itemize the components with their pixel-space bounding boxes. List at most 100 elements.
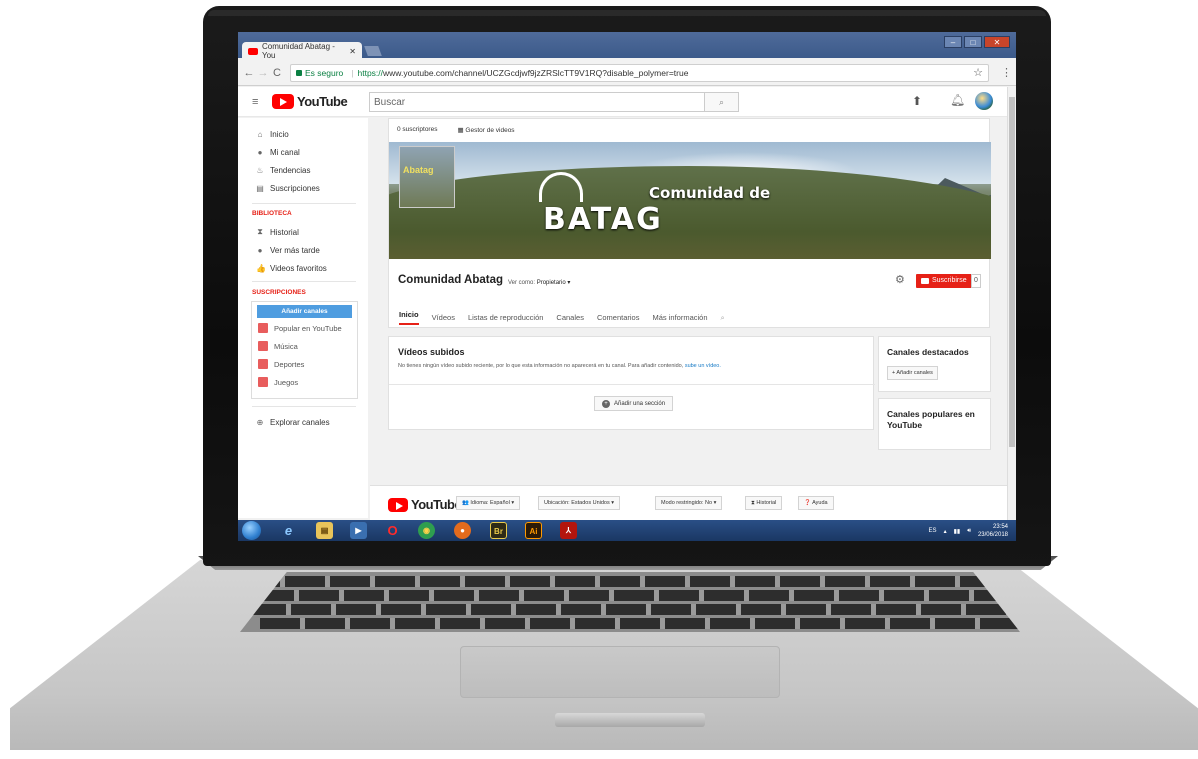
laptop-frame: Comunidad Abatag - You ✕ – □ ✕ ← → C Es …	[0, 0, 1198, 759]
tab-inicio[interactable]: Inicio	[399, 310, 419, 325]
trackpad	[460, 646, 780, 698]
account-icon: ●	[257, 147, 263, 157]
sub-item-juegos[interactable]: Juegos	[258, 377, 298, 387]
channel-banner: Abatag Comunidad de BATAG	[389, 142, 991, 259]
file-explorer-icon[interactable]: ▤	[316, 522, 333, 539]
keyboard	[240, 572, 1020, 632]
history-icon: ⧗	[257, 227, 263, 236]
uploads-title: Vídeos subidos	[398, 347, 465, 357]
youtube-masthead: ≡ YouTube Buscar ⌕ ⬆ 🔔︎	[238, 87, 1016, 117]
sub-item-musica[interactable]: Música	[258, 341, 298, 351]
maximize-button[interactable]: □	[964, 36, 982, 48]
lock-icon	[296, 69, 302, 76]
browser-toolbar: ← → C Es seguro | https:// www.youtube.c…	[238, 60, 1016, 86]
location-selector[interactable]: Ubicación: Estados Unidos ▾	[538, 496, 621, 510]
home-icon: ⌂	[257, 129, 263, 139]
channel-header-card: 0 suscriptores ▦ Gestor de videos Abatag…	[388, 118, 991, 328]
search-input[interactable]: Buscar	[369, 92, 705, 112]
new-tab-button[interactable]	[364, 46, 382, 56]
minimize-button[interactable]: –	[944, 36, 962, 48]
plus-circle-icon: ⊕	[256, 417, 264, 427]
youtube-play-icon	[272, 94, 294, 109]
sidebar-item-inicio[interactable]: ⌂ Inicio	[256, 127, 289, 141]
page-scrollbar[interactable]	[1007, 87, 1016, 520]
sidebar-item-tendencias[interactable]: ♨ Tendencias	[256, 163, 310, 177]
tab-close-icon[interactable]: ✕	[349, 47, 356, 56]
forward-button[interactable]: →	[256, 67, 270, 79]
footer-youtube-logo[interactable]: YouTube	[388, 497, 462, 512]
sidebar-item-videos-favoritos[interactable]: 👍 Videos favoritos	[256, 261, 327, 275]
bridge-icon[interactable]: Br	[490, 522, 507, 539]
restricted-mode-selector[interactable]: Modo restringido: No ▾	[655, 496, 723, 510]
youtube-logo[interactable]: YouTube	[272, 94, 348, 109]
media-player-icon[interactable]: ▶	[350, 522, 367, 539]
window-controls: – □ ✕	[944, 36, 1010, 48]
sidebar-item-explorar-canales[interactable]: ⊕ Explorar canales	[256, 415, 330, 429]
back-button[interactable]: ←	[242, 67, 256, 79]
add-section-button[interactable]: + Añadir una sección	[594, 396, 674, 411]
chrome-icon[interactable]: ◉	[418, 522, 435, 539]
plus-icon: +	[602, 399, 610, 408]
channel-avatar[interactable]: Abatag	[399, 146, 455, 208]
opera-icon[interactable]: O	[384, 522, 401, 539]
browser-titlebar: Comunidad Abatag - You ✕ – □ ✕	[238, 32, 1016, 60]
sidebar-item-ver-mas-tarde[interactable]: ● Ver más tarde	[256, 243, 320, 257]
thumbs-up-icon: 👍	[256, 263, 266, 273]
video-manager-link[interactable]: ▦ Gestor de videos	[457, 126, 514, 134]
sidebar-item-suscripciones[interactable]: ▤ Suscripciones	[256, 181, 320, 195]
help-button[interactable]: ❓ Ayuda	[798, 496, 834, 510]
windows-taskbar: e ▤ ▶ O ◉ ● Br Ai ⅄ ES ▴ ▮▮ 🔊︎ 23:54 23/…	[238, 520, 1016, 541]
subscriptions-box: Añadir canales Popular en YouTube Música…	[251, 301, 358, 399]
trending-icon: ♨	[256, 165, 264, 175]
tab-listas[interactable]: Listas de reproducción	[468, 313, 543, 322]
gear-icon[interactable]: ⚙	[895, 273, 905, 286]
bookmark-star-icon[interactable]: ☆	[973, 66, 983, 79]
uploads-description: No tienes ningún vídeo subido reciente, …	[398, 363, 721, 369]
upload-video-link[interactable]: sube un vídeo.	[685, 363, 721, 369]
sub-item-deportes[interactable]: Deportes	[258, 359, 304, 369]
close-window-button[interactable]: ✕	[984, 36, 1010, 48]
search-icon[interactable]: ⌕	[721, 313, 725, 323]
hamburger-menu-icon[interactable]: ≡	[252, 96, 258, 108]
subscribe-button[interactable]: Suscribirse	[916, 274, 972, 288]
subscriber-count: 0 suscriptores	[397, 126, 438, 133]
language-selector[interactable]: 👥 Idioma: Español ▾	[456, 496, 521, 510]
tab-videos[interactable]: Vídeos	[432, 313, 455, 322]
add-featured-channels-button[interactable]: + Añadir canales	[887, 366, 938, 380]
start-button[interactable]	[242, 521, 261, 540]
volume-icon[interactable]: 🔊︎	[967, 528, 971, 535]
ie-icon[interactable]: e	[280, 522, 297, 539]
firefox-icon[interactable]: ●	[454, 522, 471, 539]
featured-title: Canales destacados	[887, 347, 969, 357]
sidebar-item-historial[interactable]: ⧗ Historial	[256, 225, 299, 239]
history-button[interactable]: ⧗ Historial	[745, 496, 783, 510]
address-bar[interactable]: Es seguro | https:// www.youtube.com/cha…	[290, 63, 989, 82]
add-channels-button[interactable]: Añadir canales	[257, 305, 352, 318]
lid-notch	[555, 713, 705, 727]
url-scheme: https://	[357, 67, 384, 78]
browser-tab[interactable]: Comunidad Abatag - You ✕	[242, 42, 362, 60]
illustrator-icon[interactable]: Ai	[525, 522, 542, 539]
language-indicator[interactable]: ES	[929, 528, 937, 534]
browser-menu-icon[interactable]: ⋮	[1001, 66, 1012, 79]
sidebar-item-mi-canal[interactable]: ● Mi canal	[256, 145, 300, 159]
tab-mas-informacion[interactable]: Más información	[652, 313, 707, 322]
acrobat-icon[interactable]: ⅄	[560, 522, 577, 539]
notifications-bell-icon[interactable]: 🔔︎	[950, 93, 965, 107]
search-button[interactable]: ⌕	[705, 92, 739, 112]
sports-icon	[258, 359, 268, 369]
music-icon	[258, 341, 268, 351]
youtube-play-icon	[921, 278, 929, 284]
sub-item-popular[interactable]: Popular en YouTube	[258, 323, 342, 333]
avatar[interactable]	[975, 92, 993, 110]
view-as-selector[interactable]: Ver como: Propietario ▾	[508, 279, 570, 286]
network-icon[interactable]: ▮▮	[954, 528, 961, 535]
clock[interactable]: 23:54 23/06/2018	[978, 523, 1008, 539]
tray-arrow-icon[interactable]: ▴	[944, 528, 947, 535]
subscriptions-icon: ▤	[256, 183, 264, 193]
tab-comentarios[interactable]: Comentarios	[597, 313, 640, 322]
system-tray: ES ▴ ▮▮ 🔊︎ 23:54 23/06/2018	[929, 523, 1008, 539]
reload-button[interactable]: C	[270, 67, 284, 79]
tab-canales[interactable]: Canales	[556, 313, 584, 322]
upload-icon[interactable]: ⬆	[912, 94, 922, 108]
